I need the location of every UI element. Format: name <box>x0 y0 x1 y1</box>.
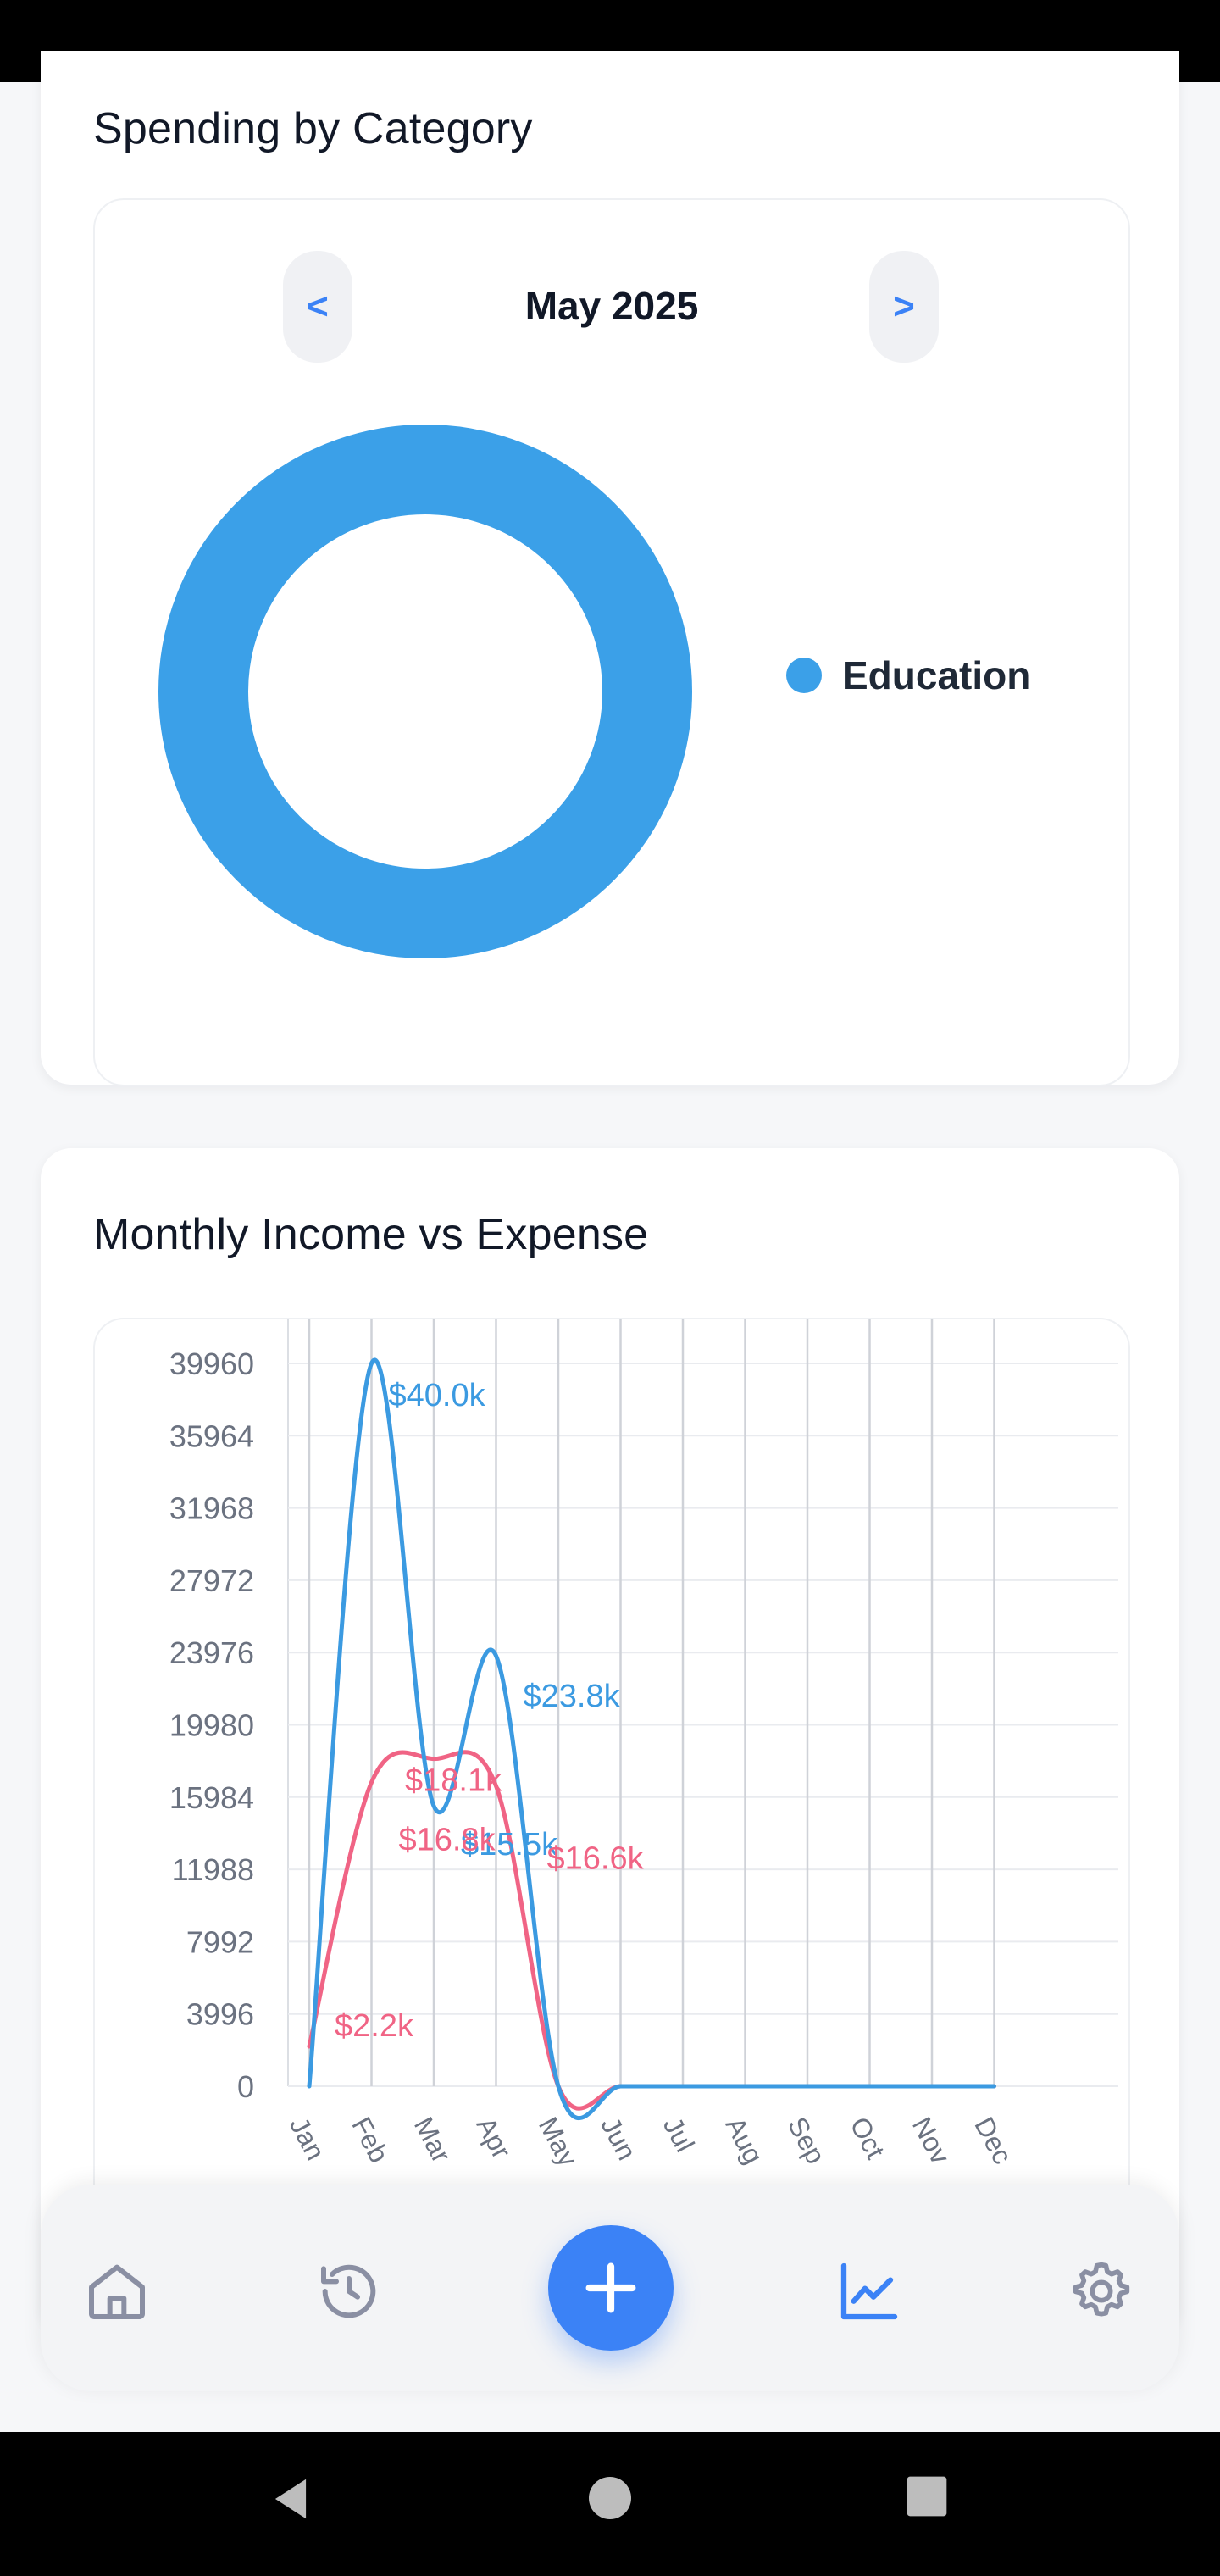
data-label: $16.6k <box>547 1841 645 1877</box>
x-tick-label: Oct <box>844 2112 890 2163</box>
donut-chart <box>158 425 692 958</box>
x-tick-label: Mar <box>408 2112 458 2168</box>
data-label: $18.1k <box>405 1763 502 1799</box>
legend-label: Education <box>842 653 1031 697</box>
settings-icon[interactable] <box>1068 2257 1135 2325</box>
x-tick-label: Jul <box>657 2112 701 2157</box>
y-tick-label: 23976 <box>169 1635 254 1670</box>
chart-icon[interactable] <box>835 2257 903 2325</box>
y-tick-label: 35964 <box>169 1418 254 1453</box>
x-tick-label: Apr <box>470 2112 517 2163</box>
data-label: $2.2k <box>335 2008 414 2044</box>
y-tick-label: 39960 <box>169 1346 254 1381</box>
donut-slice-education <box>158 425 692 958</box>
donut-panel: < May 2025 > Education <box>93 198 1130 1086</box>
recents-icon[interactable] <box>903 2473 951 2520</box>
back-icon[interactable] <box>264 2473 317 2525</box>
chart-panel: 0 3996 7992 11988 15984 19980 23976 27972 31968 3… <box>93 1318 1130 2336</box>
y-tick-label: 15984 <box>169 1780 254 1815</box>
y-tick-label: 31968 <box>169 1491 254 1526</box>
x-tick-label: Feb <box>346 2112 395 2168</box>
y-tick-label: 19980 <box>169 1708 254 1743</box>
line-chart: 0 3996 7992 11988 15984 19980 23976 27972 31968 3… <box>169 1319 1118 2172</box>
y-tick-label: 11988 <box>172 1852 254 1887</box>
y-tick-label: 27972 <box>169 1563 254 1598</box>
month-label: May 2025 <box>524 284 699 328</box>
y-tick-label: 3996 <box>186 1997 254 2032</box>
x-tick-label: Sep <box>782 2112 832 2168</box>
data-label: $40.0k <box>389 1378 486 1413</box>
income-expense-title: Monthly Income vs Expense <box>93 1210 649 1259</box>
data-label: $23.8k <box>524 1679 621 1714</box>
spending-title: Spending by Category <box>93 104 533 153</box>
y-tick-label: 7992 <box>186 1924 254 1959</box>
add-button[interactable] <box>548 2225 674 2351</box>
x-tick-label: Jan <box>284 2112 331 2164</box>
legend-dot <box>786 658 822 693</box>
income-expense-card: Monthly Income vs Expense 0 3996 7992 11988… <box>41 1148 1179 2336</box>
series-line-0 <box>307 1357 996 2121</box>
spending-card: Spending by Category < May 2025 > Educat… <box>41 51 1179 1086</box>
data-label: $16.8k <box>399 1822 496 1857</box>
plus-icon <box>585 2262 636 2313</box>
x-tick-label: Jun <box>595 2112 642 2164</box>
series-line-1 <box>307 1750 996 2111</box>
home-circle-icon[interactable] <box>585 2473 635 2523</box>
x-tick-label: Aug <box>719 2112 769 2168</box>
x-tick-label: Nov <box>907 2112 957 2168</box>
android-nav-bar <box>0 2432 1220 2576</box>
home-icon[interactable] <box>83 2257 151 2325</box>
bottom-nav <box>41 2185 1179 2391</box>
x-tick-label: Dec <box>968 2112 1018 2168</box>
legend-item-education: Education <box>786 652 1030 698</box>
history-icon[interactable] <box>315 2257 383 2325</box>
x-tick-label: May <box>533 2112 584 2171</box>
y-tick-label: 0 <box>237 2069 254 2104</box>
next-month-button[interactable]: > <box>869 251 939 363</box>
